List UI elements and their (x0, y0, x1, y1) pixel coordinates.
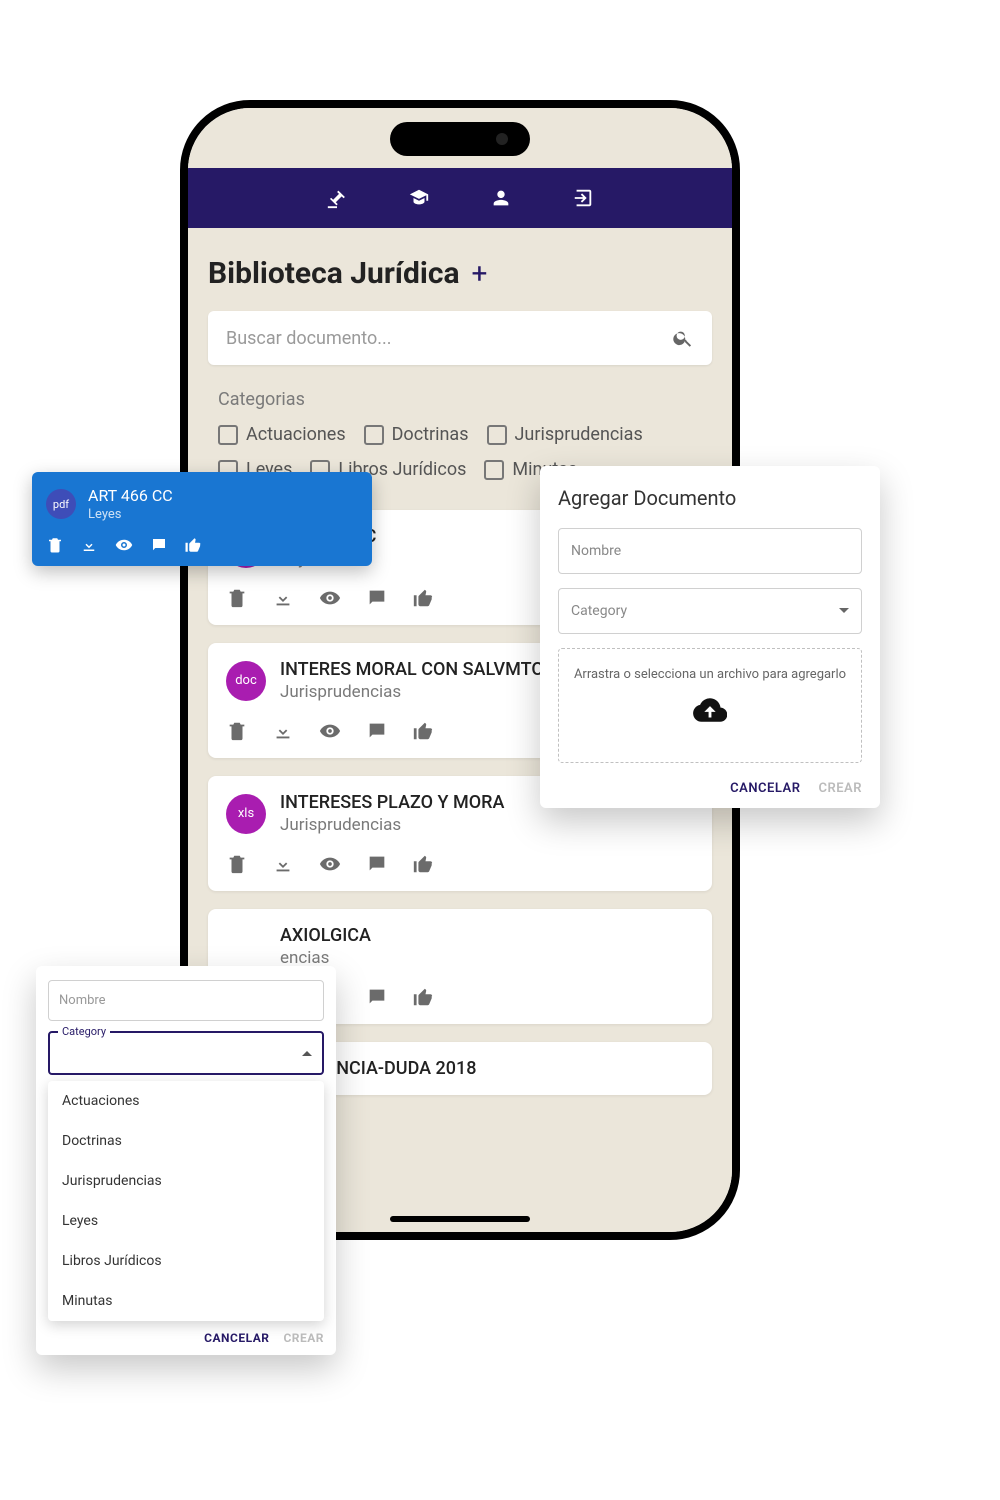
dropzone-text: Arrastra o selecciona un archivo para ag… (569, 667, 851, 682)
chevron-down-icon (839, 606, 849, 616)
category-checkbox[interactable]: Actuaciones (218, 424, 346, 445)
category-label: Jurisprudencias (515, 424, 643, 445)
file-type-badge: xls (226, 794, 266, 834)
page-title: Biblioteca Jurídica + (208, 256, 712, 291)
name-field[interactable]: Nombre (48, 980, 324, 1021)
like-icon[interactable] (412, 720, 434, 742)
document-card-selected[interactable]: pdf ART 466 CC Leyes (32, 472, 372, 566)
name-label: Nombre (571, 543, 621, 559)
menu-item[interactable]: Doctrinas (48, 1121, 324, 1161)
library-icon[interactable] (408, 187, 430, 209)
category-label: Doctrinas (392, 424, 469, 445)
like-icon[interactable] (412, 587, 434, 609)
add-document-button[interactable]: + (472, 257, 488, 290)
file-dropzone[interactable]: Arrastra o selecciona un archivo para ag… (558, 648, 862, 763)
upload-icon (569, 696, 851, 722)
document-actions (226, 853, 694, 875)
name-label: Nombre (59, 993, 106, 1008)
search-input-container[interactable] (208, 311, 712, 365)
document-title: INTERES MORAL CON SALVMTO (280, 659, 544, 680)
name-field[interactable]: Nombre (558, 528, 862, 574)
add-document-dialog: Agregar Documento Nombre Category Arrast… (540, 466, 880, 808)
home-indicator (390, 1216, 530, 1222)
comment-icon[interactable] (366, 986, 388, 1008)
category-select[interactable]: Category (558, 588, 862, 634)
file-type-badge: pdf (46, 489, 76, 519)
view-icon[interactable] (318, 720, 342, 742)
cancel-button[interactable]: CANCELAR (730, 781, 800, 796)
page-title-text: Biblioteca Jurídica (208, 256, 460, 291)
create-button[interactable]: CREAR (818, 781, 862, 796)
gavel-icon[interactable] (326, 187, 348, 209)
dialog-title: Agregar Documento (558, 486, 862, 510)
search-input[interactable] (226, 328, 672, 349)
document-title: INTERESES PLAZO Y MORA (280, 792, 504, 813)
download-icon[interactable] (80, 536, 98, 554)
category-label: Category (58, 1025, 110, 1038)
document-title: AXIOLGICA (280, 925, 371, 946)
download-icon[interactable] (272, 720, 294, 742)
delete-icon[interactable] (46, 536, 64, 554)
category-menu: Actuaciones Doctrinas Jurisprudencias Le… (48, 1081, 324, 1321)
view-icon[interactable] (318, 853, 342, 875)
file-type-badge: doc (226, 661, 266, 701)
menu-item[interactable]: Actuaciones (48, 1081, 324, 1121)
menu-item[interactable]: Libros Jurídicos (48, 1241, 324, 1281)
category-dropdown-dialog: Nombre Category Actuaciones Doctrinas Ju… (36, 966, 336, 1355)
like-icon[interactable] (412, 986, 434, 1008)
like-icon[interactable] (412, 853, 434, 875)
menu-item[interactable]: Minutas (48, 1281, 324, 1321)
download-icon[interactable] (272, 853, 294, 875)
category-select-focused[interactable]: Category (48, 1031, 324, 1075)
delete-icon[interactable] (226, 720, 248, 742)
cancel-button[interactable]: CANCELAR (204, 1331, 269, 1345)
create-button[interactable]: CREAR (283, 1331, 324, 1345)
category-checkbox[interactable]: Jurisprudencias (487, 424, 643, 445)
category-label: Category (571, 603, 627, 619)
person-icon[interactable] (490, 187, 512, 209)
document-subtitle: Jurisprudencias (280, 815, 504, 835)
menu-item[interactable]: Jurisprudencias (48, 1161, 324, 1201)
view-icon[interactable] (318, 587, 342, 609)
search-icon[interactable] (672, 327, 694, 349)
logout-icon[interactable] (572, 187, 594, 209)
menu-item[interactable]: Leyes (48, 1201, 324, 1241)
top-navbar (188, 168, 732, 228)
comment-icon[interactable] (366, 720, 388, 742)
phone-notch (390, 122, 530, 156)
delete-icon[interactable] (226, 587, 248, 609)
category-checkbox[interactable]: Doctrinas (364, 424, 469, 445)
comment-icon[interactable] (366, 853, 388, 875)
category-label: Actuaciones (246, 424, 346, 445)
comment-icon[interactable] (150, 536, 168, 554)
document-title: ART 466 CC (88, 486, 173, 505)
delete-icon[interactable] (226, 853, 248, 875)
document-subtitle: Jurisprudencias (280, 682, 544, 702)
document-subtitle: encias (280, 948, 371, 968)
view-icon[interactable] (114, 536, 134, 554)
comment-icon[interactable] (366, 587, 388, 609)
download-icon[interactable] (272, 587, 294, 609)
like-icon[interactable] (184, 536, 202, 554)
categories-label: Categorias (218, 389, 712, 410)
document-subtitle: Leyes (88, 507, 173, 522)
chevron-up-icon (302, 1048, 312, 1058)
